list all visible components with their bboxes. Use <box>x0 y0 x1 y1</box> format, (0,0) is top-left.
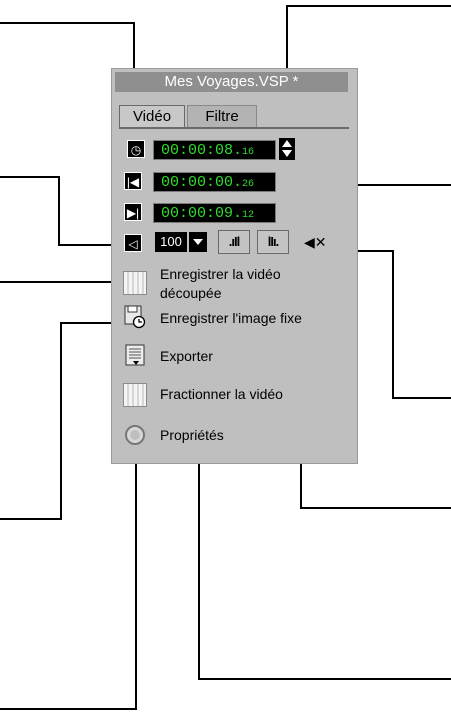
mark-out-frames: 12 <box>242 210 255 221</box>
callout-line <box>300 507 451 509</box>
callout-line <box>0 281 123 283</box>
callout-line <box>286 5 451 7</box>
duration-timecode[interactable]: 00:00:08.16 <box>153 140 276 160</box>
split-film-icon[interactable] <box>123 383 147 407</box>
mark-out-time: 00:00:09. <box>161 205 243 222</box>
mark-in-frames: 26 <box>242 179 255 190</box>
callout-line <box>0 22 135 24</box>
callout-line <box>392 250 394 399</box>
tab-bar: Filtre Vidéo <box>115 105 350 129</box>
duration-time: 00:00:08. <box>161 142 243 159</box>
callout-line <box>0 176 60 178</box>
fade-in-icon[interactable]: .ıIl <box>218 230 250 254</box>
mark-in-time: 00:00:00. <box>161 174 243 191</box>
volume-dropdown[interactable] <box>189 232 207 252</box>
fade-out-icon[interactable]: lIı. <box>257 230 289 254</box>
callout-line <box>198 678 451 680</box>
volume-value[interactable]: 100 <box>155 232 187 252</box>
duration-spinner[interactable] <box>279 138 295 160</box>
mute-icon[interactable]: ◀✕ <box>304 233 327 251</box>
duration-frames: 16 <box>242 147 255 158</box>
window-title: Mes Voyages.VSP * <box>115 72 348 92</box>
mark-out-icon[interactable]: ▶| <box>124 203 142 221</box>
tab-filtre[interactable]: Filtre <box>187 105 257 127</box>
tab-video[interactable]: Vidéo <box>119 105 185 127</box>
export-label[interactable]: Exporter <box>160 347 213 365</box>
save-still-icon[interactable] <box>123 305 147 329</box>
save-trimmed-video-label-2[interactable]: découpée <box>160 284 222 302</box>
callout-line <box>392 397 451 399</box>
speaker-icon[interactable]: ◁ <box>124 234 142 252</box>
film-save-icon[interactable] <box>123 271 147 295</box>
save-trimmed-video-label[interactable]: Enregistrer la vidéo <box>160 265 281 283</box>
properties-icon[interactable] <box>123 423 147 447</box>
save-still-image-label[interactable]: Enregistrer l'image fixe <box>160 309 302 327</box>
export-icon[interactable] <box>125 344 149 368</box>
callout-line <box>58 176 60 246</box>
mark-out-timecode[interactable]: 00:00:09.12 <box>153 203 276 223</box>
callout-line <box>60 322 62 520</box>
clock-icon[interactable]: ◷ <box>127 140 145 158</box>
screenshot-canvas: Mes Voyages.VSP * Filtre Vidéo ◷ 00:00:0… <box>0 0 451 717</box>
mark-in-icon[interactable]: |◀ <box>124 172 142 190</box>
properties-label[interactable]: Propriétés <box>160 426 224 444</box>
callout-line <box>0 518 62 520</box>
callout-line <box>198 448 200 680</box>
tab-divider <box>119 127 349 129</box>
callout-line <box>0 708 137 710</box>
split-video-label[interactable]: Fractionner la vidéo <box>160 385 283 403</box>
mark-in-timecode[interactable]: 00:00:00.26 <box>153 172 276 192</box>
